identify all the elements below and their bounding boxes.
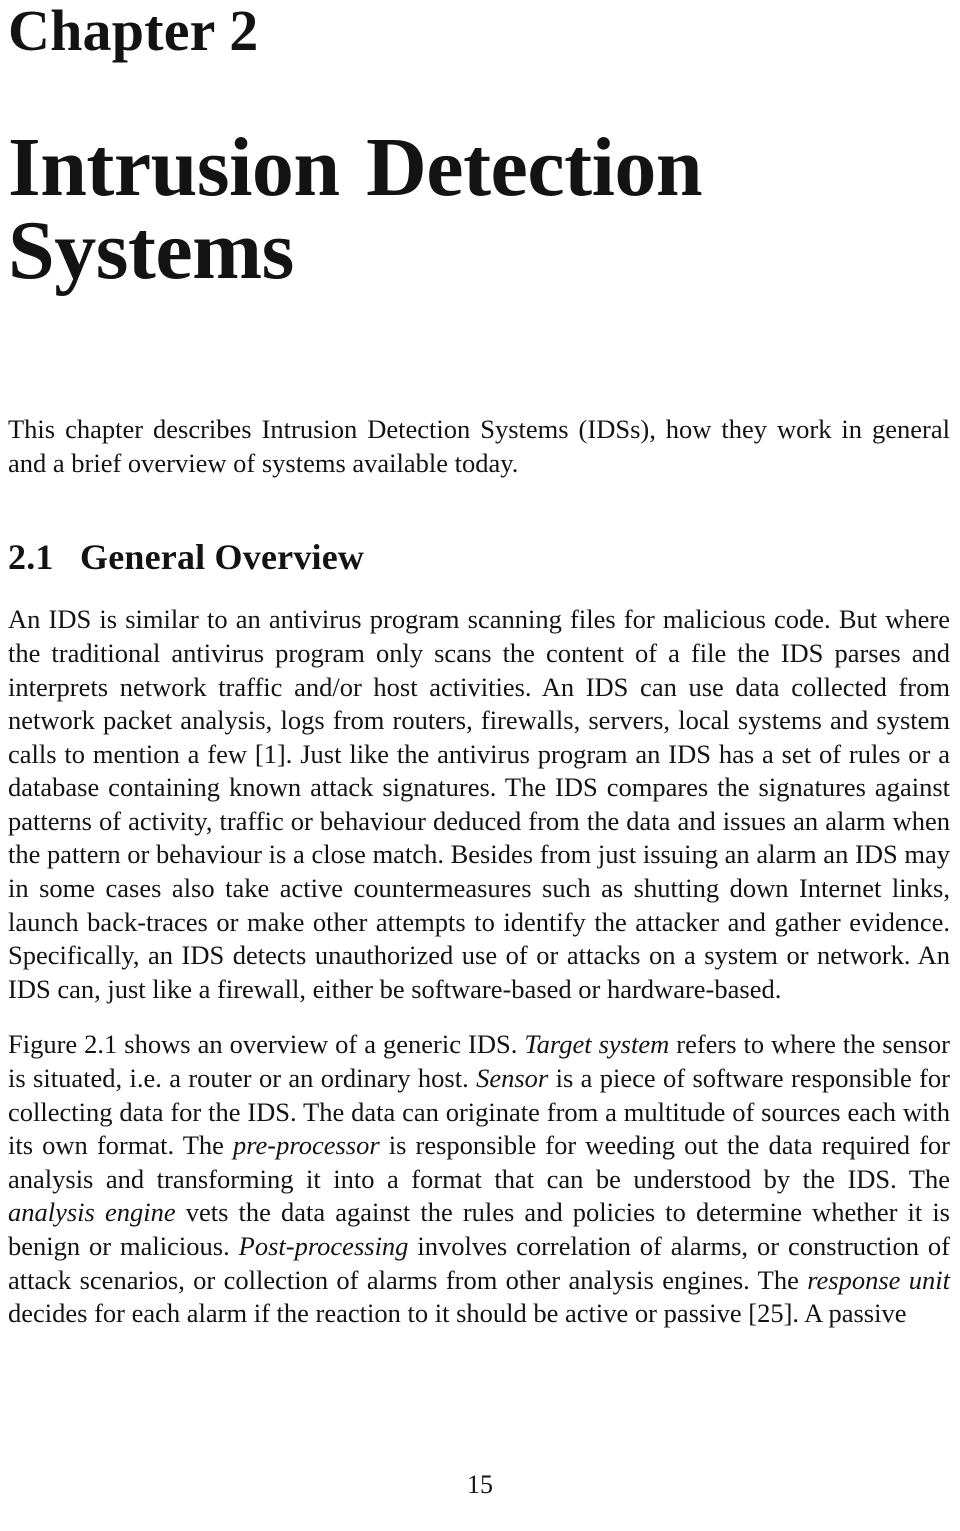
chapter-intro-paragraph: This chapter describes Intrusion Detecti… (8, 414, 950, 479)
emphasised-term: response unit (807, 1264, 950, 1295)
text-run: Figure 2.1 shows an overview of a generi… (8, 1029, 525, 1060)
emphasised-term: Target system (524, 1029, 670, 1060)
emphasised-term: Post-processing (238, 1231, 409, 1261)
chapter-title: Intrusion Detection Systems (8, 121, 703, 298)
section-title: General Overview (80, 537, 365, 578)
emphasised-term: Sensor (476, 1063, 549, 1094)
section-heading: 2.1 General Overview (8, 480, 950, 578)
emphasised-term: pre-processor (232, 1130, 380, 1161)
section-number: 2.1 (8, 537, 54, 578)
text-run: decides for each alarm if the reaction t… (8, 1298, 907, 1329)
body-paragraph-1: An IDS is similar to an antivirus progra… (8, 604, 950, 1004)
chapter-label: Chapter 2 (8, 0, 259, 63)
document-page: Chapter 2 Intrusion Detection Systems Th… (0, 0, 960, 1531)
page-number: 15 (467, 1470, 493, 1499)
body-paragraph-2: Figure 2.1 shows an overview of a generi… (8, 1006, 950, 1330)
emphasised-term: analysis engine (8, 1197, 176, 1228)
